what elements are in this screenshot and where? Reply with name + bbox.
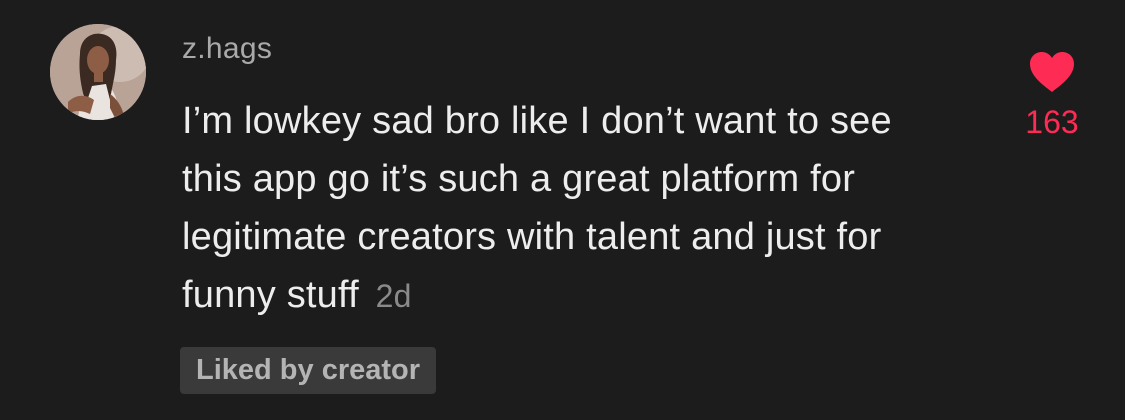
like-count: 163: [1025, 104, 1079, 140]
avatar-illustration: [50, 24, 146, 120]
avatar[interactable]: [50, 24, 146, 120]
comment-text: I’m lowkey sad bro like I don’t want to …: [182, 100, 892, 316]
comment-text-block: I’m lowkey sad bro like I don’t want to …: [182, 92, 942, 325]
liked-by-creator-badge: Liked by creator: [180, 347, 437, 394]
comment-username[interactable]: z.hags: [182, 30, 272, 68]
heart-icon[interactable]: [1028, 50, 1076, 94]
like-button[interactable]: 163: [1010, 50, 1094, 140]
comment-timestamp: 2d: [375, 278, 412, 314]
comment-item: z.hags I’m lowkey sad bro like I don’t w…: [0, 0, 1125, 420]
